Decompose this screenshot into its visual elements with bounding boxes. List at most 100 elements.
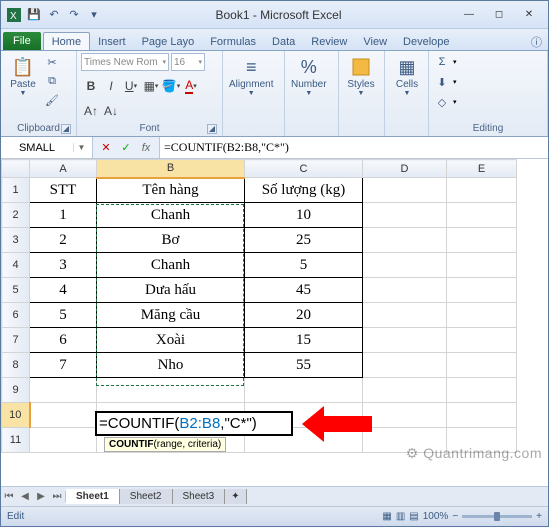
excel-icon[interactable]: X [5,6,23,24]
format-painter-icon[interactable]: 🖌 [43,91,61,109]
row-header[interactable]: 3 [2,228,30,253]
cell[interactable]: 3 [30,253,97,278]
fill-icon[interactable]: ⬇ [433,73,451,91]
styles-button[interactable]: Styles▼ [343,53,379,99]
cell[interactable] [363,228,447,253]
tab-home[interactable]: Home [43,32,90,50]
cell[interactable] [30,403,97,428]
clear-icon[interactable]: ◇ [433,93,451,111]
cell[interactable] [363,353,447,378]
view-layout-icon[interactable]: ▥ [396,511,405,522]
cell[interactable]: 45 [245,278,363,303]
close-button[interactable]: ✕ [514,6,544,24]
col-header-E[interactable]: E [447,160,517,178]
cell[interactable] [447,328,517,353]
undo-icon[interactable]: ↶ [45,6,63,24]
cell[interactable] [447,303,517,328]
active-cell-editor[interactable]: =COUNTIF(B2:B8,"C*") [95,411,293,436]
col-header-C[interactable]: C [245,160,363,178]
cell[interactable] [447,353,517,378]
row-header[interactable]: 7 [2,328,30,353]
tab-data[interactable]: Data [264,33,303,50]
cell[interactable] [363,428,447,453]
number-button[interactable]: %Number▼ [289,53,329,99]
name-box-input[interactable] [1,142,73,154]
formula-input[interactable]: =COUNTIF(B2:B8,"C*") [159,137,548,158]
cell[interactable]: 10 [245,203,363,228]
cell[interactable]: 2 [30,228,97,253]
name-box[interactable]: ▼ [1,137,93,158]
tab-insert[interactable]: Insert [90,33,134,50]
cell[interactable] [245,378,363,403]
cancel-icon[interactable]: ✕ [97,140,115,156]
cell[interactable] [447,428,517,453]
tab-view[interactable]: View [355,33,395,50]
alignment-button[interactable]: ≡Alignment▼ [227,53,275,99]
tab-developer[interactable]: Develope [395,33,457,50]
cell[interactable] [447,253,517,278]
cell[interactable]: 4 [30,278,97,303]
name-box-dropdown-icon[interactable]: ▼ [73,143,89,152]
cell[interactable]: Chanh [97,203,245,228]
view-break-icon[interactable]: ▤ [409,511,418,522]
cell[interactable]: 5 [245,253,363,278]
grid-scroll[interactable]: A B C D E 1 STT Tên hàng Số lượng (kg) 2… [1,159,548,486]
cell[interactable] [447,278,517,303]
cell[interactable]: 55 [245,353,363,378]
autosum-icon[interactable]: Σ [433,53,451,71]
tab-page-layout[interactable]: Page Layo [134,33,203,50]
cell[interactable] [447,203,517,228]
select-all-corner[interactable] [2,160,30,178]
font-color-button[interactable]: A▾ [181,76,201,96]
cell[interactable] [363,203,447,228]
border-button[interactable]: ▦▾ [141,76,161,96]
cell[interactable]: Bơ [97,228,245,253]
italic-button[interactable]: I [101,76,121,96]
zoom-in-button[interactable]: + [536,511,542,522]
ribbon-help-icon[interactable]: ⓘ [531,34,548,50]
col-header-D[interactable]: D [363,160,447,178]
row-header[interactable]: 4 [2,253,30,278]
cell[interactable] [447,403,517,428]
zoom-out-button[interactable]: − [452,511,458,522]
copy-icon[interactable]: ⧉ [43,72,61,90]
enter-icon[interactable]: ✓ [117,140,135,156]
clipboard-dialog-icon[interactable]: ◢ [61,124,71,134]
cell[interactable]: Chanh [97,253,245,278]
bold-button[interactable]: B [81,76,101,96]
cell[interactable]: Dưa hấu [97,278,245,303]
cell[interactable]: 6 [30,328,97,353]
sheet-nav-last-icon[interactable]: ⏭ [49,491,65,502]
tab-file[interactable]: File [3,32,41,50]
paste-button[interactable]: 📋 Paste ▼ [5,53,41,99]
cell[interactable] [363,303,447,328]
row-header[interactable]: 10 [2,403,30,428]
zoom-slider[interactable] [462,515,532,518]
font-dialog-icon[interactable]: ◢ [207,124,217,134]
cell[interactable]: 25 [245,228,363,253]
row-header[interactable]: 8 [2,353,30,378]
cell[interactable] [363,378,447,403]
redo-icon[interactable]: ↷ [65,6,83,24]
cell[interactable] [447,228,517,253]
cell[interactable]: 5 [30,303,97,328]
sheet-tab-1[interactable]: Sheet1 [66,489,120,504]
tab-formulas[interactable]: Formulas [202,33,264,50]
underline-button[interactable]: U▾ [121,76,141,96]
save-icon[interactable]: 💾 [25,6,43,24]
cell[interactable] [97,378,245,403]
fx-icon[interactable]: fx [137,140,155,156]
cell[interactable]: Tên hàng [97,178,245,203]
row-header[interactable]: 11 [2,428,30,453]
cell[interactable] [30,428,97,453]
maximize-button[interactable]: ◻ [484,6,514,24]
font-name-select[interactable]: Times New Rom▾ [81,53,169,71]
cell[interactable]: Nho [97,353,245,378]
row-header[interactable]: 2 [2,203,30,228]
font-size-select[interactable]: 16▾ [171,53,205,71]
cell[interactable]: Măng cầu [97,303,245,328]
cell[interactable] [363,278,447,303]
cut-icon[interactable]: ✂ [43,53,61,71]
new-sheet-icon[interactable]: ✦ [225,489,246,504]
cell[interactable]: 20 [245,303,363,328]
